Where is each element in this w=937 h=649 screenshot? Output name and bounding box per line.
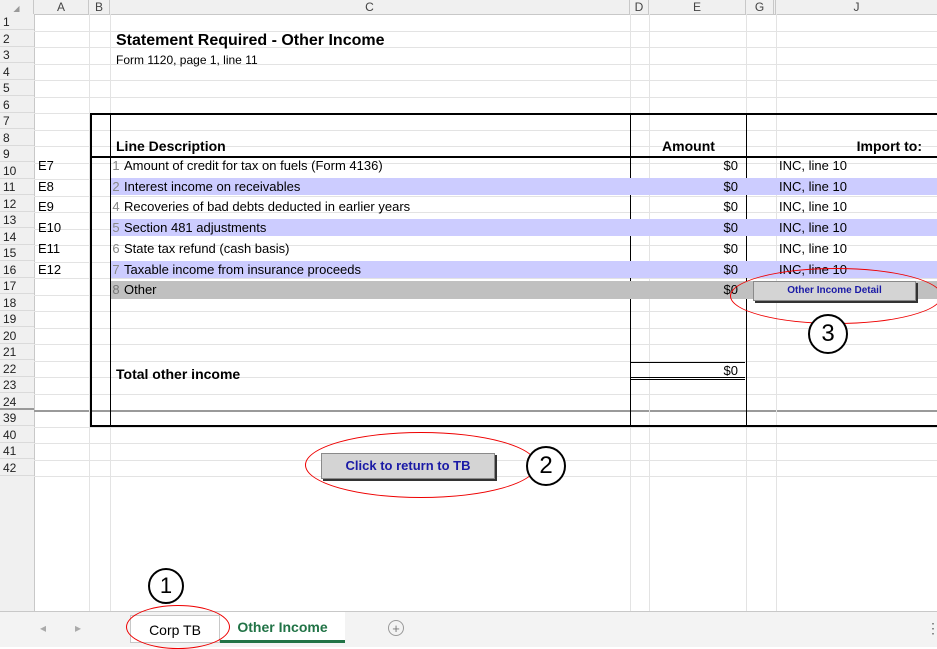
page-subtitle: Form 1120, page 1, line 11	[116, 53, 258, 67]
column-header-j[interactable]: J	[776, 0, 937, 14]
line-description[interactable]: Section 481 adjustments	[124, 220, 266, 236]
add-sheet-icon[interactable]: +	[388, 620, 404, 636]
column-header-g[interactable]: G	[746, 0, 776, 14]
page-title: Statement Required - Other Income	[116, 32, 385, 49]
line-amount[interactable]: $0	[631, 262, 738, 278]
row-header[interactable]: 7	[0, 113, 34, 129]
callout-number-3: 3	[808, 314, 848, 354]
callout-number-1: 1	[148, 568, 184, 604]
select-all-corner[interactable]: ◢	[0, 0, 34, 14]
line-import-target[interactable]: INC, line 10	[779, 199, 847, 215]
header-amount: Amount	[662, 138, 715, 154]
row-header[interactable]: 20	[0, 328, 34, 344]
row-header[interactable]: 17	[0, 278, 34, 294]
header-line-description: Line Description	[116, 138, 226, 154]
cell-reference[interactable]: E7	[38, 158, 54, 174]
row-header[interactable]: 3	[0, 47, 34, 63]
line-number: 1	[112, 158, 120, 173]
row-header[interactable]: 2	[0, 31, 34, 47]
row-header[interactable]: 4	[0, 64, 34, 80]
gridline	[34, 80, 937, 81]
line-amount-other[interactable]: $0	[631, 282, 738, 298]
line-number: 8	[112, 282, 120, 297]
row-header[interactable]: 9	[0, 146, 34, 162]
cell-reference[interactable]: E9	[38, 199, 54, 215]
total-amount[interactable]: $0	[631, 363, 738, 379]
line-number: 7	[112, 261, 120, 277]
line-amount[interactable]: $0	[631, 241, 738, 257]
column-header-c[interactable]: C	[110, 0, 630, 14]
cell-reference[interactable]: E10	[38, 220, 61, 236]
row-header[interactable]: 14	[0, 229, 34, 245]
column-header-e[interactable]: E	[649, 0, 746, 14]
line-number: 2	[112, 178, 120, 194]
more-options-icon[interactable]: ⋮	[926, 620, 937, 637]
line-description[interactable]: Recoveries of bad debts deducted in earl…	[124, 199, 410, 215]
header-import-to: Import to:	[856, 138, 922, 154]
row-header[interactable]: 21	[0, 344, 34, 360]
row-header[interactable]: 24	[0, 394, 34, 410]
row-header[interactable]: 39	[0, 410, 34, 426]
callout-ellipse-1	[126, 605, 230, 649]
line-import-target[interactable]: INC, line 10	[779, 241, 847, 257]
row-header[interactable]: 1	[0, 14, 34, 30]
row-header[interactable]: 15	[0, 245, 34, 261]
callout-ellipse-2	[305, 432, 537, 498]
line-description-other[interactable]: Other	[124, 282, 157, 298]
cell-reference[interactable]: E8	[38, 179, 54, 195]
row-header[interactable]: 13	[0, 212, 34, 228]
line-amount[interactable]: $0	[631, 199, 738, 215]
line-amount[interactable]: $0	[631, 179, 738, 195]
row-header[interactable]: 18	[0, 295, 34, 311]
column-header-a[interactable]: A	[34, 0, 89, 14]
row-header[interactable]: 11	[0, 179, 34, 195]
line-import-target[interactable]: INC, line 10	[779, 220, 847, 236]
line-description[interactable]: Taxable income from insurance proceeds	[124, 262, 361, 278]
row-header[interactable]: 16	[0, 262, 34, 278]
row-header[interactable]: 19	[0, 311, 34, 327]
row-header[interactable]: 22	[0, 361, 34, 377]
gridline	[34, 96, 937, 98]
line-amount[interactable]: $0	[631, 220, 738, 236]
line-description[interactable]: Amount of credit for tax on fuels (Form …	[124, 158, 383, 174]
line-import-target[interactable]: INC, line 10	[779, 158, 847, 174]
next-sheet-icon[interactable]: ▸	[75, 621, 81, 635]
row-header[interactable]: 41	[0, 443, 34, 459]
cell-reference[interactable]: E12	[38, 262, 61, 278]
callout-number-2: 2	[526, 446, 566, 486]
row-header[interactable]: 23	[0, 377, 34, 393]
row-header[interactable]: 8	[0, 130, 34, 146]
total-label: Total other income	[116, 366, 241, 382]
previous-sheet-icon[interactable]: ◂	[40, 621, 46, 635]
column-header-bar: ◢ A B C D E G J	[0, 0, 937, 15]
row-header[interactable]: 12	[0, 196, 34, 212]
cell-reference[interactable]: E11	[38, 241, 60, 257]
line-description[interactable]: State tax refund (cash basis)	[124, 241, 289, 257]
row-header[interactable]: 6	[0, 97, 34, 113]
line-number: 6	[112, 240, 120, 256]
tab-other-income[interactable]: Other Income	[220, 612, 345, 643]
line-description[interactable]: Interest income on receivables	[124, 179, 300, 195]
line-number: 4	[112, 199, 120, 215]
row-header-bar: 1 2 3 4 5 6 7 8 9 10 11 12 13 14 15 16 17 18 19 20 21 22 23 24 3…	[0, 14, 35, 611]
row-header[interactable]: 42	[0, 460, 34, 476]
row-header[interactable]: 40	[0, 427, 34, 443]
line-number: 5	[112, 220, 120, 236]
column-header-b[interactable]: B	[89, 0, 110, 14]
row-header[interactable]: 5	[0, 80, 34, 96]
line-amount[interactable]: $0	[631, 158, 738, 174]
line-import-target[interactable]: INC, line 10	[779, 179, 847, 195]
row-header[interactable]: 10	[0, 163, 34, 179]
column-header-d[interactable]: D	[630, 0, 649, 14]
